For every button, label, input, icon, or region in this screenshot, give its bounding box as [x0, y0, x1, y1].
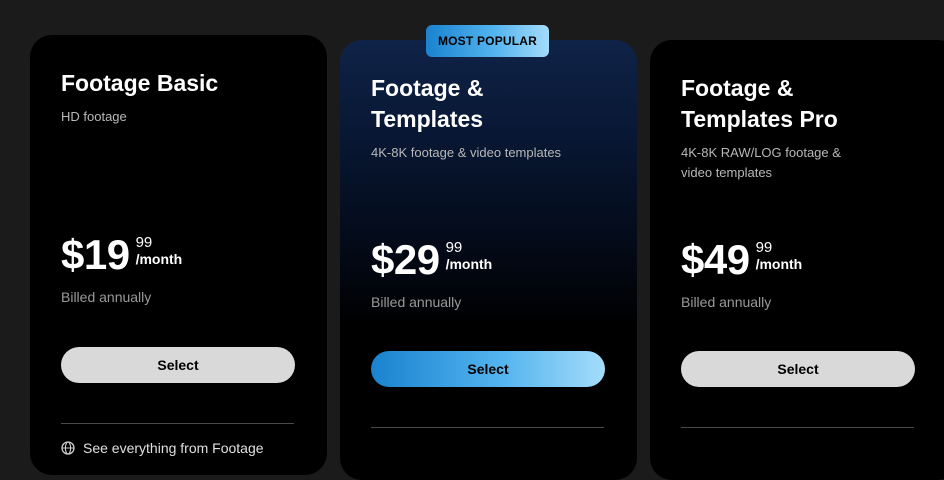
- divider: [681, 427, 914, 428]
- plan-description-line2: video templates: [681, 165, 773, 180]
- price-cents: 99: [445, 239, 463, 256]
- price-period: /month: [755, 256, 803, 272]
- plan-card-footage-basic: Footage Basic HD footage $19 99 /month B…: [30, 35, 327, 475]
- plan-name-line2: Templates: [371, 106, 484, 132]
- plan-name: Footage Basic: [61, 70, 219, 96]
- plan-price: $49 99 /month: [681, 238, 802, 282]
- plan-name-line1: Footage &: [681, 75, 794, 101]
- plan-description: 4K-8K footage & video templates: [371, 145, 562, 160]
- billing-note: Billed annually: [681, 294, 772, 310]
- plan-description-line1: 4K-8K RAW/LOG footage &: [681, 145, 841, 160]
- plan-description: HD footage: [61, 109, 127, 124]
- globe-icon: [61, 441, 75, 455]
- price-cents: 99: [135, 234, 153, 251]
- feature-item: See everything from Footage: [61, 440, 264, 456]
- divider: [61, 423, 294, 424]
- select-button[interactable]: Select: [681, 351, 915, 387]
- billing-note: Billed annually: [61, 289, 152, 305]
- most-popular-badge: MOST POPULAR: [426, 25, 549, 57]
- plan-card-footage-templates-pro: Footage & Templates Pro 4K-8K RAW/LOG fo…: [650, 40, 944, 480]
- price-amount: $19: [61, 231, 130, 278]
- price-amount: $49: [681, 236, 750, 283]
- divider: [371, 427, 604, 428]
- price-period: /month: [135, 251, 183, 267]
- select-button[interactable]: Select: [371, 351, 605, 387]
- plan-name-line1: Footage &: [371, 75, 484, 101]
- plan-price: $29 99 /month: [371, 238, 492, 282]
- plan-name-line2: Templates Pro: [681, 106, 838, 132]
- price-cents: 99: [755, 239, 773, 256]
- plan-card-footage-templates: Footage & Templates 4K-8K footage & vide…: [340, 40, 637, 480]
- select-button[interactable]: Select: [61, 347, 295, 383]
- billing-note: Billed annually: [371, 294, 462, 310]
- price-period: /month: [445, 256, 493, 272]
- price-amount: $29: [371, 236, 440, 283]
- feature-text: See everything from Footage: [83, 440, 264, 456]
- plan-price: $19 99 /month: [61, 233, 182, 277]
